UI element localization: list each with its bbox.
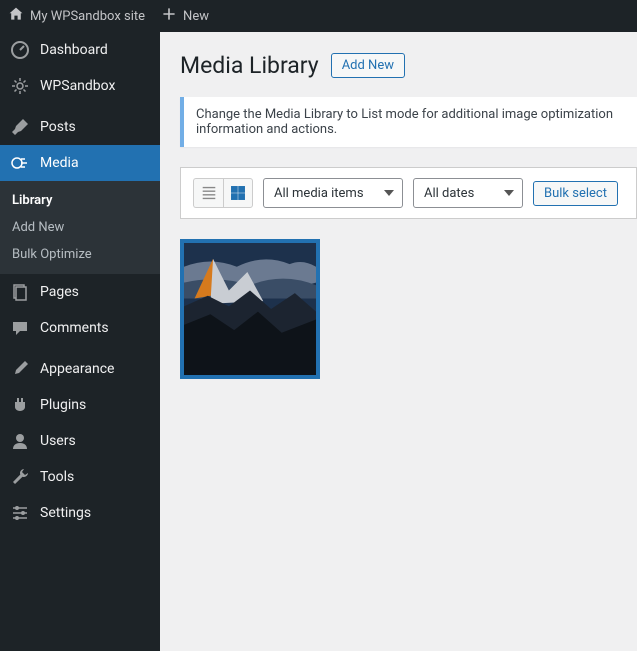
sidebar-item-label: Comments — [40, 320, 109, 336]
view-grid-button[interactable] — [223, 178, 253, 208]
submenu-item-addnew[interactable]: Add New — [0, 214, 160, 241]
filter-media-type[interactable]: All media items — [263, 178, 403, 208]
main-content: Media Library Add New Change the Media L… — [160, 32, 637, 651]
sidebar-item-label: Users — [40, 433, 76, 449]
list-view-icon — [200, 184, 218, 202]
sidebar-item-media[interactable]: Media — [0, 145, 160, 181]
brush-icon — [10, 359, 30, 379]
sidebar-item-users[interactable]: Users — [0, 423, 160, 459]
media-grid — [180, 239, 637, 379]
submenu-media: Library Add New Bulk Optimize — [0, 181, 160, 274]
sidebar-item-label: Settings — [40, 505, 91, 521]
submenu-item-library[interactable]: Library — [0, 187, 160, 214]
sidebar-item-label: Appearance — [40, 361, 114, 377]
sidebar-item-label: Tools — [40, 469, 74, 485]
sliders-icon — [10, 503, 30, 523]
admin-toolbar: My WPSandbox site New — [0, 0, 637, 32]
sidebar-item-plugins[interactable]: Plugins — [0, 387, 160, 423]
home-icon — [8, 6, 24, 26]
plus-icon — [161, 6, 177, 26]
sidebar-item-appearance[interactable]: Appearance — [0, 351, 160, 387]
sidebar-item-label: Plugins — [40, 397, 86, 413]
sidebar-item-label: Media — [40, 155, 79, 171]
notice-info: Change the Media Library to List mode fo… — [180, 97, 637, 147]
pages-icon — [10, 282, 30, 302]
toolbar-site-link[interactable]: My WPSandbox site — [8, 6, 145, 26]
gear-icon — [10, 76, 30, 96]
sidebar-item-dashboard[interactable]: Dashboard — [0, 32, 160, 68]
page-title: Media Library — [180, 52, 319, 79]
sidebar-item-label: Pages — [40, 284, 79, 300]
sidebar-item-tools[interactable]: Tools — [0, 459, 160, 495]
sidebar-item-label: Posts — [40, 119, 76, 135]
media-icon — [10, 153, 30, 173]
sidebar-item-comments[interactable]: Comments — [0, 310, 160, 346]
media-filter-bar: All media items All dates Bulk select — [180, 167, 637, 219]
toolbar-new-label: New — [183, 9, 209, 24]
toolbar-site-name: My WPSandbox site — [30, 9, 145, 24]
pin-icon — [10, 117, 30, 137]
media-item[interactable] — [180, 239, 320, 379]
plug-icon — [10, 395, 30, 415]
sidebar-item-settings[interactable]: Settings — [0, 495, 160, 531]
sidebar-item-label: Dashboard — [40, 42, 108, 58]
view-switch — [193, 178, 253, 208]
bulk-select-button[interactable]: Bulk select — [533, 181, 618, 206]
view-list-button[interactable] — [193, 178, 223, 208]
filter-dates[interactable]: All dates — [413, 178, 523, 208]
toolbar-new-link[interactable]: New — [161, 6, 209, 26]
sidebar-item-wpsandbox[interactable]: WPSandbox — [0, 68, 160, 104]
sidebar-item-label: WPSandbox — [40, 78, 115, 94]
comment-icon — [10, 318, 30, 338]
user-icon — [10, 431, 30, 451]
submenu-item-bulkoptimize[interactable]: Bulk Optimize — [0, 241, 160, 268]
media-thumbnail — [184, 243, 316, 375]
wrench-icon — [10, 467, 30, 487]
admin-sidebar: Dashboard WPSandbox Posts Media Library … — [0, 32, 160, 651]
grid-view-icon — [229, 184, 247, 202]
sidebar-item-pages[interactable]: Pages — [0, 274, 160, 310]
add-new-button[interactable]: Add New — [331, 53, 405, 78]
dashboard-icon — [10, 40, 30, 60]
sidebar-item-posts[interactable]: Posts — [0, 109, 160, 145]
